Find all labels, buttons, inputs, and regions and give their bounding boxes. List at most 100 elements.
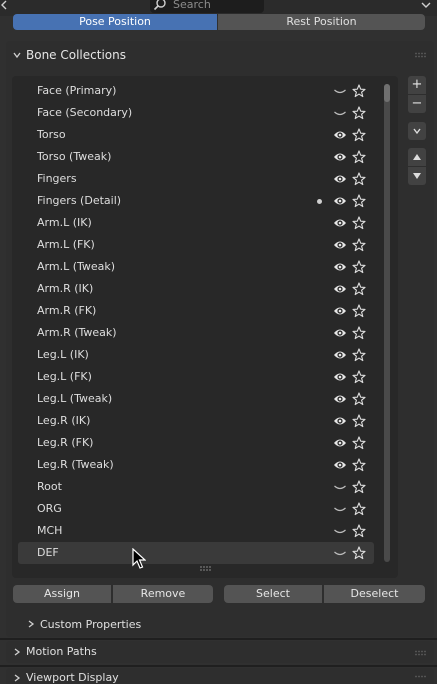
star-icon[interactable] bbox=[352, 304, 366, 318]
list-item[interactable]: Leg.L (IK) bbox=[18, 344, 374, 366]
eye-open-icon[interactable] bbox=[333, 327, 347, 339]
eye-closed-icon[interactable] bbox=[333, 525, 347, 537]
chevron-down-icon[interactable] bbox=[13, 51, 21, 59]
star-icon[interactable] bbox=[352, 458, 366, 472]
remove-button[interactable]: Remove bbox=[113, 585, 213, 603]
list-scrollbar[interactable] bbox=[384, 84, 390, 562]
star-icon[interactable] bbox=[352, 436, 366, 450]
star-icon[interactable] bbox=[352, 128, 366, 142]
star-icon[interactable] bbox=[352, 260, 366, 274]
star-icon[interactable] bbox=[352, 414, 366, 428]
eye-open-icon[interactable] bbox=[333, 371, 347, 383]
star-icon[interactable] bbox=[352, 392, 366, 406]
collection-label: Face (Secondary) bbox=[37, 106, 133, 119]
star-icon[interactable] bbox=[352, 502, 366, 516]
list-item[interactable]: MCH bbox=[18, 520, 374, 542]
eye-open-icon[interactable] bbox=[333, 305, 347, 317]
collection-label: Leg.R (Tweak) bbox=[37, 458, 114, 471]
star-icon[interactable] bbox=[352, 238, 366, 252]
eye-open-icon[interactable] bbox=[333, 459, 347, 471]
eye-open-icon[interactable] bbox=[333, 283, 347, 295]
pose-position-button[interactable]: Pose Position bbox=[13, 14, 217, 30]
list-item[interactable]: Arm.R (FK) bbox=[18, 300, 374, 322]
collection-label: Leg.R (FK) bbox=[37, 436, 94, 449]
select-button[interactable]: Select bbox=[224, 585, 322, 603]
panel-title: Bone Collections bbox=[26, 48, 126, 62]
star-icon[interactable] bbox=[352, 326, 366, 340]
eye-closed-icon[interactable] bbox=[333, 85, 347, 97]
star-icon[interactable] bbox=[352, 194, 366, 208]
star-icon[interactable] bbox=[352, 480, 366, 494]
eye-open-icon[interactable] bbox=[333, 173, 347, 185]
list-item[interactable]: ORG bbox=[18, 498, 374, 520]
specials-menu-button[interactable] bbox=[408, 122, 426, 140]
collection-label: Arm.R (FK) bbox=[37, 304, 97, 317]
star-icon[interactable] bbox=[352, 524, 366, 538]
assign-button[interactable]: Assign bbox=[13, 585, 111, 603]
list-item[interactable]: Arm.R (IK) bbox=[18, 278, 374, 300]
list-item[interactable]: Face (Primary) bbox=[18, 80, 374, 102]
list-item[interactable]: Arm.L (Tweak) bbox=[18, 256, 374, 278]
eye-closed-icon[interactable] bbox=[333, 481, 347, 493]
custom-properties-title: Custom Properties bbox=[40, 618, 142, 631]
star-icon[interactable] bbox=[352, 370, 366, 384]
list-resize-handle[interactable] bbox=[199, 565, 213, 573]
eye-open-icon[interactable] bbox=[333, 151, 347, 163]
star-icon[interactable] bbox=[352, 546, 366, 560]
eye-closed-icon[interactable] bbox=[333, 107, 347, 119]
eye-closed-icon[interactable] bbox=[333, 503, 347, 515]
eye-open-icon[interactable] bbox=[333, 349, 347, 361]
star-icon[interactable] bbox=[352, 282, 366, 296]
star-icon[interactable] bbox=[352, 150, 366, 164]
list-item[interactable]: Fingers bbox=[18, 168, 374, 190]
star-icon[interactable] bbox=[352, 172, 366, 186]
eye-open-icon[interactable] bbox=[333, 415, 347, 427]
list-item[interactable]: Root bbox=[18, 476, 374, 498]
eye-open-icon[interactable] bbox=[333, 393, 347, 405]
collection-label: Leg.L (Tweak) bbox=[37, 392, 113, 405]
eye-open-icon[interactable] bbox=[333, 195, 347, 207]
search-placeholder: Search bbox=[173, 0, 211, 11]
collection-label: ORG bbox=[37, 502, 62, 515]
eye-open-icon[interactable] bbox=[333, 217, 347, 229]
list-item[interactable]: Arm.R (Tweak) bbox=[18, 322, 374, 344]
collection-label: Torso (Tweak) bbox=[37, 150, 112, 163]
list-item[interactable]: Leg.R (IK) bbox=[18, 410, 374, 432]
star-icon[interactable] bbox=[352, 216, 366, 230]
list-item[interactable]: DEF bbox=[18, 542, 374, 564]
eye-open-icon[interactable] bbox=[333, 261, 347, 273]
eye-open-icon[interactable] bbox=[333, 437, 347, 449]
eye-closed-icon[interactable] bbox=[333, 547, 347, 559]
list-item[interactable]: Leg.R (FK) bbox=[18, 432, 374, 454]
eye-open-icon[interactable] bbox=[333, 239, 347, 251]
list-item[interactable]: Leg.R (Tweak) bbox=[18, 454, 374, 476]
chevron-left-icon[interactable] bbox=[0, 0, 8, 11]
list-item[interactable]: Arm.L (FK) bbox=[18, 234, 374, 256]
list-item[interactable]: Torso bbox=[18, 124, 374, 146]
deselect-button[interactable]: Deselect bbox=[324, 585, 425, 603]
move-down-button[interactable] bbox=[408, 167, 426, 185]
drag-handle-icon[interactable] bbox=[414, 675, 428, 681]
list-item[interactable]: Torso (Tweak) bbox=[18, 146, 374, 168]
collection-label: Leg.L (IK) bbox=[37, 348, 89, 361]
move-up-button[interactable] bbox=[408, 148, 426, 166]
drag-handle-icon[interactable] bbox=[414, 52, 428, 58]
list-item[interactable]: Arm.L (IK) bbox=[18, 212, 374, 234]
chevron-down-icon bbox=[413, 128, 421, 135]
add-collection-button[interactable]: + bbox=[408, 76, 426, 94]
list-item[interactable]: Fingers (Detail) bbox=[18, 190, 374, 212]
eye-open-icon[interactable] bbox=[333, 129, 347, 141]
chevron-down-icon[interactable] bbox=[420, 0, 432, 11]
list-item[interactable]: Face (Secondary) bbox=[18, 102, 374, 124]
rest-position-button[interactable]: Rest Position bbox=[218, 14, 425, 30]
list-item[interactable]: Leg.L (Tweak) bbox=[18, 388, 374, 410]
remove-collection-button[interactable]: − bbox=[408, 95, 426, 113]
collection-label: Arm.L (FK) bbox=[37, 238, 95, 251]
drag-handle-icon[interactable] bbox=[414, 650, 428, 656]
scrollbar-thumb[interactable] bbox=[384, 84, 390, 102]
star-icon[interactable] bbox=[352, 348, 366, 362]
star-icon[interactable] bbox=[352, 106, 366, 120]
star-icon[interactable] bbox=[352, 84, 366, 98]
list-item[interactable]: Leg.L (FK) bbox=[18, 366, 374, 388]
collection-label: Arm.L (IK) bbox=[37, 216, 92, 229]
